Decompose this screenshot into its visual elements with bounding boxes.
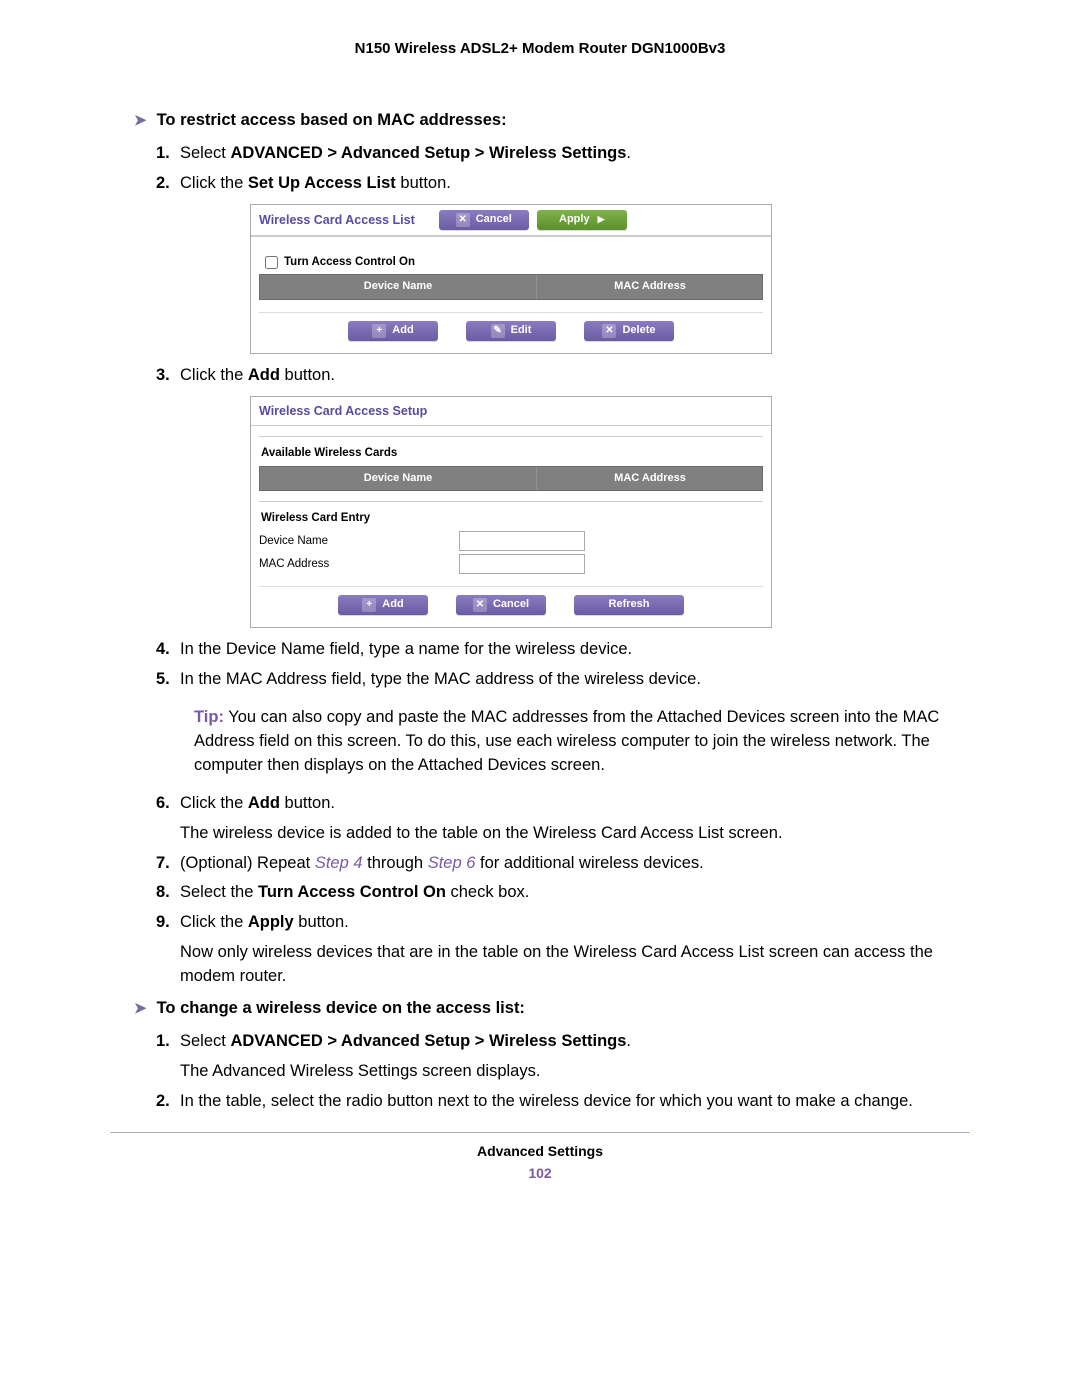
col-device-name: Device Name — [260, 275, 537, 299]
refresh-button[interactable]: Refresh — [574, 595, 684, 615]
step-1: 1.Select ADVANCED > Advanced Setup > Wir… — [156, 142, 970, 166]
add-button[interactable]: + Add — [348, 321, 438, 341]
footer-rule — [110, 1132, 970, 1133]
tip-text: You can also copy and paste the MAC addr… — [194, 708, 939, 774]
pencil-icon: ✎ — [491, 324, 505, 338]
col-mac-address-2: MAC Address — [537, 467, 763, 491]
x-icon: ✕ — [473, 598, 487, 612]
cancel-button-2[interactable]: ✕ Cancel — [456, 595, 546, 615]
step-5: 5.In the MAC Address field, type the MAC… — [156, 668, 970, 692]
screenshot-access-list: Wireless Card Access List ✕ Cancel Apply… — [250, 204, 772, 354]
edit-button[interactable]: ✎ Edit — [466, 321, 556, 341]
available-cards-label: Available Wireless Cards — [261, 445, 763, 462]
steps-section-b: 1.Select ADVANCED > Advanced Setup > Wir… — [156, 1030, 970, 1114]
step-b1: 1.Select ADVANCED > Advanced Setup > Wir… — [156, 1030, 970, 1084]
plus-icon: + — [362, 598, 376, 612]
tip-block: Tip: You can also copy and paste the MAC… — [194, 706, 970, 778]
device-name-input[interactable] — [459, 531, 585, 551]
page-footer: Advanced Settings 102 — [110, 1143, 970, 1181]
cancel-button[interactable]: ✕ Cancel — [439, 210, 529, 230]
steps-section-a: 1.Select ADVANCED > Advanced Setup > Wir… — [156, 142, 970, 692]
heading-restrict-access: ➤ To restrict access based on MAC addres… — [134, 111, 970, 130]
page-header: N150 Wireless ADSL2+ Modem Router DGN100… — [110, 40, 970, 57]
step-3: 3.Click the Add button. Wireless Card Ac… — [156, 364, 970, 628]
heading-text: To restrict access based on MAC addresse… — [157, 111, 507, 130]
step-b2: 2.In the table, select the radio button … — [156, 1090, 970, 1114]
table-header-2: Device Name MAC Address — [259, 466, 763, 492]
step-8: 8.Select the Turn Access Control On chec… — [156, 881, 970, 905]
step-4: 4.In the Device Name field, type a name … — [156, 638, 970, 662]
col-device-name-2: Device Name — [260, 467, 537, 491]
step-9: 9.Click the Apply button. Now only wirel… — [156, 911, 970, 989]
panel2-titlebar: Wireless Card Access Setup — [251, 397, 771, 426]
x-icon: ✕ — [456, 213, 470, 227]
plus-icon: + — [372, 324, 386, 338]
turn-access-control-checkbox[interactable] — [265, 256, 278, 269]
footer-page-number: 102 — [110, 1165, 970, 1181]
panel1-title: Wireless Card Access List — [259, 211, 415, 229]
panel1-titlebar: Wireless Card Access List ✕ Cancel Apply… — [251, 205, 771, 237]
mac-address-label: MAC Address — [259, 556, 459, 573]
steps-section-a-cont: 6.Click the Add button. The wireless dev… — [156, 792, 970, 989]
arrow-icon: ➤ — [134, 999, 147, 1017]
x-icon: ✕ — [602, 324, 616, 338]
step-6: 6.Click the Add button. The wireless dev… — [156, 792, 970, 846]
delete-button[interactable]: ✕ Delete — [584, 321, 674, 341]
screenshot-access-setup: Wireless Card Access Setup Available Wir… — [250, 396, 772, 628]
arrow-icon: ➤ — [134, 111, 147, 129]
tip-label: Tip: — [194, 708, 224, 726]
col-mac-address: MAC Address — [537, 275, 763, 299]
step-7: 7.(Optional) Repeat Step 4 through Step … — [156, 852, 970, 876]
step-2: 2.Click the Set Up Access List button. W… — [156, 172, 970, 354]
apply-button[interactable]: Apply ▶ — [537, 210, 627, 230]
table-header: Device Name MAC Address — [259, 274, 763, 300]
wireless-card-entry-label: Wireless Card Entry — [261, 510, 763, 527]
heading-text-b: To change a wireless device on the acces… — [157, 999, 525, 1018]
heading-change-device: ➤ To change a wireless device on the acc… — [134, 999, 970, 1018]
mac-address-input[interactable] — [459, 554, 585, 574]
checkbox-label: Turn Access Control On — [284, 254, 415, 271]
arrow-right-icon: ▶ — [598, 213, 605, 226]
panel2-title: Wireless Card Access Setup — [259, 402, 427, 420]
device-name-label: Device Name — [259, 533, 459, 550]
footer-section: Advanced Settings — [110, 1143, 970, 1159]
add-button-2[interactable]: + Add — [338, 595, 428, 615]
